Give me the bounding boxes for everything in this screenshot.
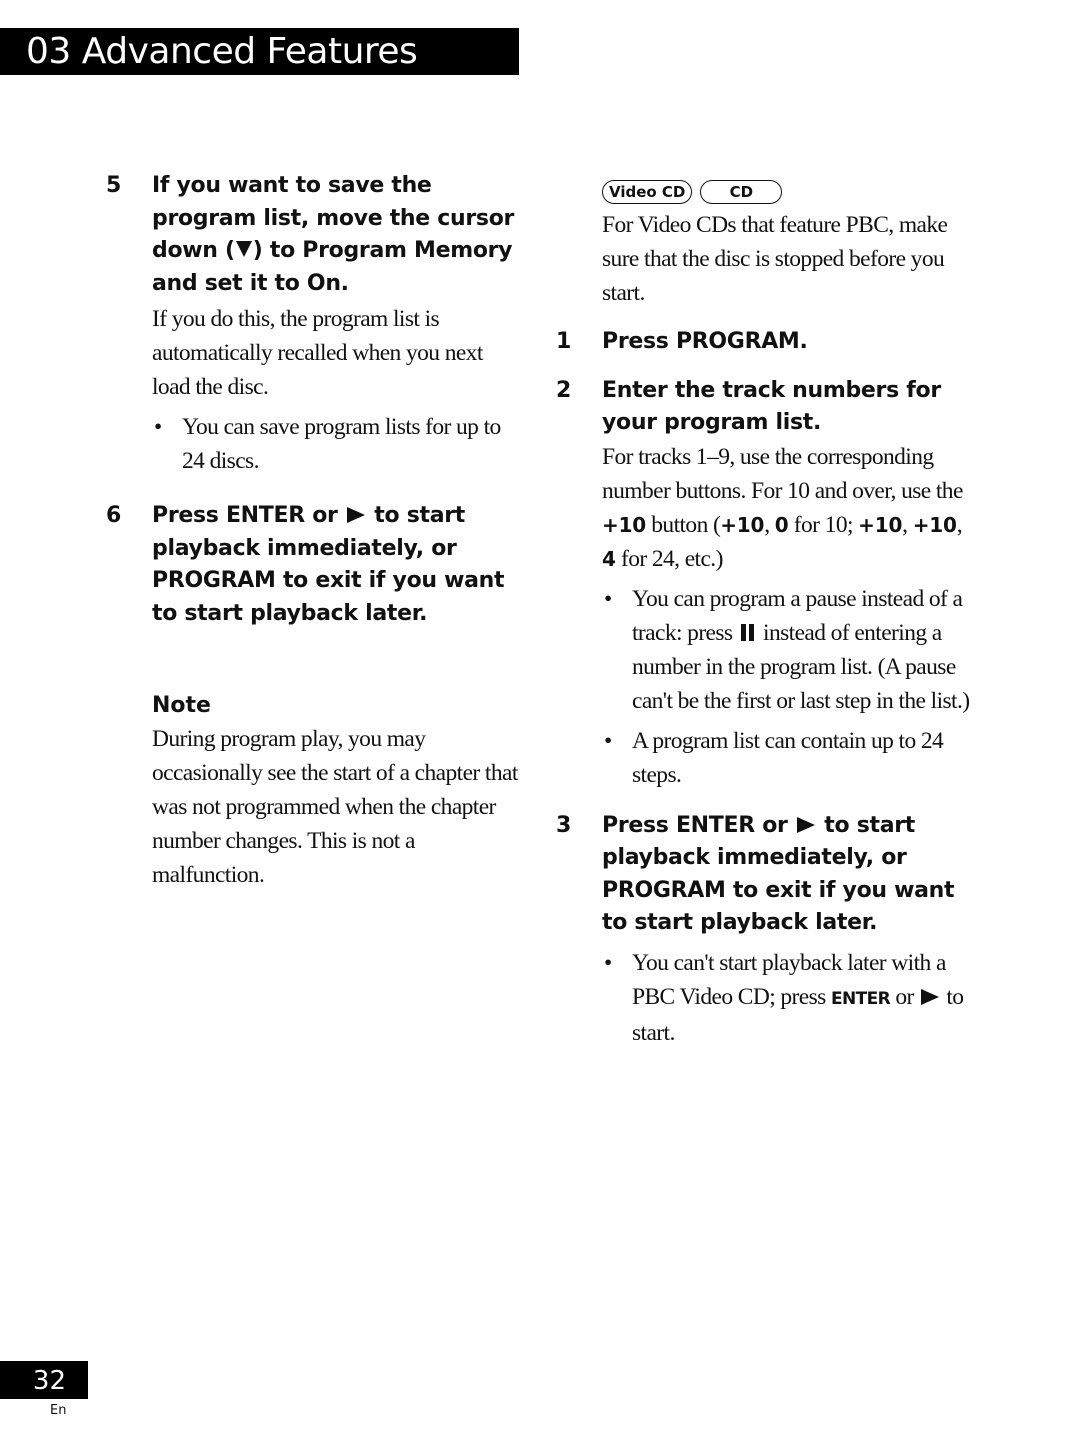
step-number: 3 — [556, 812, 572, 838]
bullet-item: • A program list can contain up to 24 st… — [602, 724, 976, 792]
note-title: Note — [152, 693, 211, 718]
chapter-header-bar: 03 Advanced Features — [0, 28, 519, 75]
step-heading: Press ENTER or to start playback immedia… — [602, 812, 955, 936]
step-5: 5 If you want to save the program list, … — [106, 170, 526, 478]
bullet-icon: • — [604, 949, 612, 976]
step-2: 2 Enter the track numbers for your progr… — [556, 375, 976, 792]
step-heading: If you want to save the program list, mo… — [152, 173, 515, 296]
step-number: 2 — [556, 377, 572, 403]
step-number: 1 — [556, 329, 572, 354]
step-number: 5 — [106, 173, 122, 198]
down-arrow-icon — [235, 241, 252, 257]
step-3: 3 Press ENTER or to start playback immed… — [556, 810, 976, 1050]
page-number: 32 — [32, 1366, 66, 1396]
step-body: For tracks 1–9, use the corresponding nu… — [602, 443, 963, 572]
play-icon — [921, 988, 940, 1005]
note-body: During program play, you may occasionall… — [152, 726, 518, 888]
bullet-icon: • — [604, 585, 612, 612]
badge-video-cd: Video CD — [602, 180, 693, 204]
disc-type-badges: Video CD CD — [556, 180, 976, 206]
bullet-item: • You can save program lists for up to 2… — [152, 410, 526, 478]
bullet-icon: • — [154, 414, 162, 440]
step-number: 6 — [106, 503, 122, 528]
play-icon — [346, 507, 365, 523]
bullet-icon: • — [604, 727, 612, 754]
step-heading: Enter the track numbers for your program… — [602, 377, 941, 436]
left-column: 5 If you want to save the program list, … — [106, 170, 526, 892]
language-label: En — [50, 1403, 67, 1418]
page-number-box: 32 — [0, 1361, 88, 1399]
bullet-item: • You can't start playback later with a … — [602, 946, 976, 1050]
pause-icon — [740, 623, 755, 641]
chapter-title: 03 Advanced Features — [26, 31, 418, 72]
step-1: 1 Press PROGRAM. — [556, 326, 976, 359]
step-body: If you do this, the program list is auto… — [152, 306, 483, 400]
intro-text: For Video CDs that feature PBC, make sur… — [602, 212, 948, 306]
note-box: Note During program play, you may occasi… — [106, 690, 526, 892]
step-heading: Press ENTER or to start playback immedia… — [152, 503, 505, 626]
badge-cd: CD — [700, 180, 783, 204]
bullet-item: • You can program a pause instead of a t… — [602, 582, 976, 718]
play-icon — [796, 816, 815, 833]
step-heading: Press PROGRAM. — [602, 329, 808, 354]
right-column: Video CD CD For Video CDs that feature P… — [556, 180, 976, 1050]
step-6: 6 Press ENTER or to start playback immed… — [106, 500, 526, 630]
